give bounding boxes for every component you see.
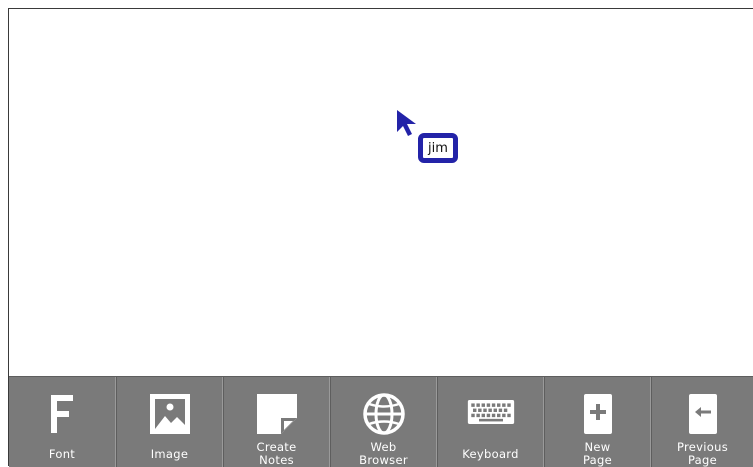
- font-button[interactable]: Font: [9, 377, 116, 467]
- image-button[interactable]: Image: [116, 377, 223, 467]
- bottom-toolbar: Font Image Create Notes Web Browser Keyb…: [9, 376, 753, 467]
- keyboard-icon: [467, 389, 515, 435]
- font-label: Font: [48, 447, 76, 461]
- create-notes-label-2: Notes: [259, 453, 294, 467]
- remote-cursor-icon: [397, 110, 416, 136]
- new-page-label-2: Page: [582, 453, 613, 467]
- font-icon: [38, 391, 86, 437]
- remote-user-label: jim: [418, 133, 458, 163]
- keyboard-button[interactable]: Keyboard: [437, 377, 544, 467]
- web-browser-button[interactable]: Web Browser: [330, 377, 437, 467]
- globe-icon: [360, 391, 408, 437]
- keyboard-label: Keyboard: [462, 447, 519, 461]
- notes-icon: [253, 391, 301, 437]
- image-label: Image: [150, 447, 189, 461]
- new-page-button[interactable]: New Page: [544, 377, 651, 467]
- image-icon: [146, 391, 194, 437]
- previous-page-button[interactable]: Previous Page: [651, 377, 753, 467]
- web-browser-label-2: Browser: [359, 453, 408, 467]
- previous-page-icon: [679, 391, 727, 437]
- new-page-icon: [574, 391, 622, 437]
- create-notes-button[interactable]: Create Notes: [223, 377, 330, 467]
- previous-page-label-2: Page: [687, 453, 718, 467]
